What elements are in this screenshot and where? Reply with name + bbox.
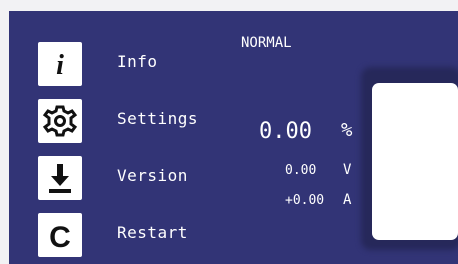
menu-item-info[interactable]: i Info [9, 42, 269, 88]
svg-text:i: i [56, 50, 64, 81]
percent-unit: % [341, 119, 353, 141]
percent-value: 0.00 [259, 119, 312, 144]
current-unit: A [343, 192, 352, 208]
menu-item-version[interactable]: Version [9, 156, 269, 202]
menu-label-info: Info [117, 52, 158, 71]
device-screen: i Info Settings Version C Restart NORMAL… [9, 11, 458, 264]
mode-label: NORMAL [241, 35, 292, 51]
restart-icon[interactable]: C [38, 213, 82, 257]
menu-item-restart[interactable]: C Restart [9, 213, 269, 259]
menu-item-settings[interactable]: Settings [9, 99, 269, 145]
svg-text:C: C [49, 221, 71, 254]
info-icon[interactable]: i [38, 42, 82, 86]
voltage-value: 0.00 [285, 163, 317, 178]
menu-label-settings: Settings [117, 109, 199, 128]
current-value: +0.00 [285, 193, 325, 208]
menu-label-version: Version [117, 166, 188, 185]
menu-label-restart: Restart [117, 223, 188, 242]
download-icon[interactable] [38, 156, 82, 200]
gear-icon[interactable] [38, 99, 82, 143]
battery-icon [372, 83, 458, 240]
voltage-unit: V [343, 162, 352, 178]
